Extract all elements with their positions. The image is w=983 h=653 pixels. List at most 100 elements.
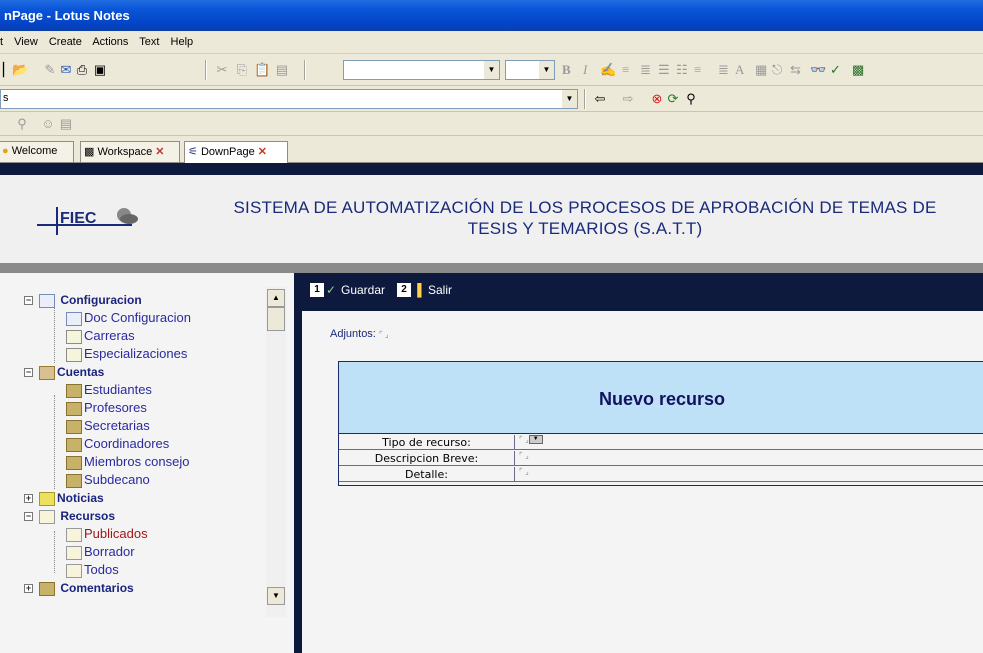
- font-combo[interactable]: ▼: [343, 60, 500, 80]
- align-right-icon[interactable]: ≣: [640, 62, 651, 78]
- address-toolbar: s ▼ ⇦ ⇨ ⊗ ⟳ ⚲: [0, 86, 983, 112]
- scroll-up-icon[interactable]: ▲: [267, 289, 285, 307]
- expand-icon[interactable]: +: [24, 584, 33, 594]
- menu-bar: t View Create Actions Text Help: [0, 31, 983, 54]
- collapse-icon[interactable]: −: [24, 296, 33, 306]
- close-icon[interactable]: ✕: [258, 146, 267, 158]
- search-icon[interactable]: ⚲: [14, 116, 30, 132]
- tree-line: [54, 305, 55, 363]
- tab-bar: ● Welcome ▩ Workspace ✕ ⚟ DownPage ✕: [0, 136, 983, 163]
- nav-item-secretarias[interactable]: Secretarias: [66, 417, 150, 435]
- nav-item-label: Especializaciones: [84, 346, 188, 361]
- back-icon[interactable]: ⇦: [592, 91, 608, 107]
- nav-group-configuracion[interactable]: − Configuracion: [24, 291, 142, 309]
- menu-text[interactable]: Text: [139, 36, 159, 48]
- nav-item-profesores[interactable]: Profesores: [66, 399, 147, 417]
- text-properties-icon[interactable]: A: [735, 62, 744, 78]
- numbering-icon[interactable]: ☷: [676, 62, 688, 78]
- search-icon[interactable]: ⚲: [683, 91, 699, 107]
- nav-group-recursos[interactable]: − Recursos: [24, 507, 115, 525]
- copy-icon[interactable]: ⎘: [234, 62, 250, 78]
- nav-item-borrador[interactable]: Borrador: [66, 543, 135, 561]
- menu-actions[interactable]: Actions: [92, 36, 128, 48]
- nav-group-noticias[interactable]: + Noticias: [24, 489, 104, 507]
- tab-label: Welcome: [11, 145, 58, 157]
- close-icon[interactable]: ✕: [155, 146, 164, 158]
- open-folder-icon[interactable]: 📂: [12, 62, 28, 78]
- print-icon[interactable]: ⎙: [74, 62, 90, 78]
- nav-item-carreras[interactable]: Carreras: [66, 327, 135, 345]
- chevron-down-icon[interactable]: ▼: [484, 61, 499, 79]
- form-row-descripcion: Descripcion Breve: ⌜ ⌟: [339, 451, 983, 466]
- cut-icon[interactable]: ✂: [214, 62, 230, 78]
- tab-downpage[interactable]: ⚟ DownPage ✕: [184, 141, 288, 163]
- find-icon[interactable]: 👓: [810, 62, 826, 78]
- menu-view[interactable]: View: [14, 36, 38, 48]
- detalle-field[interactable]: ⌜ ⌟: [519, 467, 529, 482]
- descripcion-breve-field[interactable]: ⌜ ⌟: [519, 451, 529, 466]
- tab-welcome[interactable]: ● Welcome: [0, 141, 74, 162]
- scroll-thumb[interactable]: [267, 307, 285, 331]
- resource-form: Nuevo recurso Tipo de recurso: ⌜ ⌟ ▼ Desc…: [338, 361, 983, 486]
- preview-icon[interactable]: ▣: [92, 62, 108, 78]
- highlight-icon[interactable]: ✍: [600, 62, 616, 78]
- exit-button[interactable]: 2 ▐ Salir: [397, 283, 452, 297]
- paste-icon[interactable]: 📋: [254, 62, 270, 78]
- attachments-field[interactable]: Adjuntos: ⌜ ⌟: [330, 328, 389, 340]
- font-size-combo[interactable]: ▼: [505, 60, 555, 80]
- table-icon[interactable]: ▦: [755, 62, 767, 78]
- indent-icon[interactable]: ≡: [694, 62, 701, 78]
- tab-workspace[interactable]: ▩ Workspace ✕: [80, 141, 180, 162]
- nav-item-publicados[interactable]: Publicados: [66, 525, 148, 543]
- bullets-icon[interactable]: ☰: [658, 62, 670, 78]
- workspace-icon: ▩: [84, 146, 95, 158]
- header-strip: [0, 163, 983, 175]
- attachments-label: Adjuntos:: [330, 328, 376, 340]
- pane-divider[interactable]: [294, 273, 302, 653]
- image-icon[interactable]: ▩: [852, 62, 864, 78]
- menu-help[interactable]: Help: [171, 36, 194, 48]
- link-icon[interactable]: ⇆: [790, 62, 801, 78]
- align-center-icon[interactable]: ≡: [622, 62, 629, 78]
- nav-item-especializaciones[interactable]: Especializaciones: [66, 345, 187, 363]
- menu-file-partial[interactable]: t: [0, 36, 3, 48]
- save-button[interactable]: 1 ✓ Guardar: [310, 283, 385, 297]
- outdent-icon[interactable]: ≣: [718, 62, 729, 78]
- chevron-down-icon[interactable]: ▼: [539, 61, 554, 79]
- nav-item-estudiantes[interactable]: Estudiantes: [66, 381, 152, 399]
- nav-group-comentarios[interactable]: + Comentarios: [24, 579, 134, 597]
- italic-icon[interactable]: I: [583, 62, 587, 78]
- nav-item-todos[interactable]: Todos: [66, 561, 119, 579]
- people-icon[interactable]: ☺: [40, 116, 56, 132]
- scroll-down-icon[interactable]: ▼: [267, 587, 285, 605]
- nav-scrollbar[interactable]: ▲ ▼: [266, 287, 286, 617]
- stop-icon[interactable]: ⊗: [649, 91, 665, 107]
- forward-icon[interactable]: ⇨: [620, 91, 636, 107]
- edit-icon[interactable]: ✎: [42, 62, 58, 78]
- toolbar-separator: [304, 60, 306, 80]
- chevron-down-icon[interactable]: ▼: [562, 90, 577, 108]
- spellcheck-icon[interactable]: ✓: [830, 62, 841, 78]
- mail-icon[interactable]: ✉: [58, 62, 74, 78]
- dropdown-icon[interactable]: ▼: [528, 435, 543, 445]
- news-icon: [39, 491, 55, 506]
- attachment-icon[interactable]: ⎋: [772, 62, 782, 78]
- paste-special-icon[interactable]: ▤: [274, 62, 290, 78]
- bold-icon[interactable]: B: [562, 62, 571, 78]
- tipo-recurso-field[interactable]: ⌜ ⌟ ▼: [519, 435, 543, 450]
- nav-item-coordinadores[interactable]: Coordinadores: [66, 435, 169, 453]
- refresh-icon[interactable]: ⟳: [665, 91, 681, 107]
- nav-group-cuentas[interactable]: − Cuentas: [24, 363, 104, 381]
- expand-icon[interactable]: +: [24, 494, 33, 504]
- view-icon: [66, 329, 82, 344]
- collapse-icon[interactable]: −: [24, 512, 33, 522]
- shortcut-number: 2: [397, 283, 411, 297]
- menu-create[interactable]: Create: [49, 36, 82, 48]
- nav-item-doc-configuracion[interactable]: Doc Configuracion: [66, 309, 191, 327]
- collapse-icon[interactable]: −: [24, 368, 33, 378]
- address-input[interactable]: s ▼: [0, 89, 578, 109]
- nav-item-subdecano[interactable]: Subdecano: [66, 471, 150, 489]
- nav-item-miembros-consejo[interactable]: Miembros consejo: [66, 453, 190, 471]
- document-icon[interactable]: ▤: [58, 116, 74, 132]
- shortcut-number: 1: [310, 283, 324, 297]
